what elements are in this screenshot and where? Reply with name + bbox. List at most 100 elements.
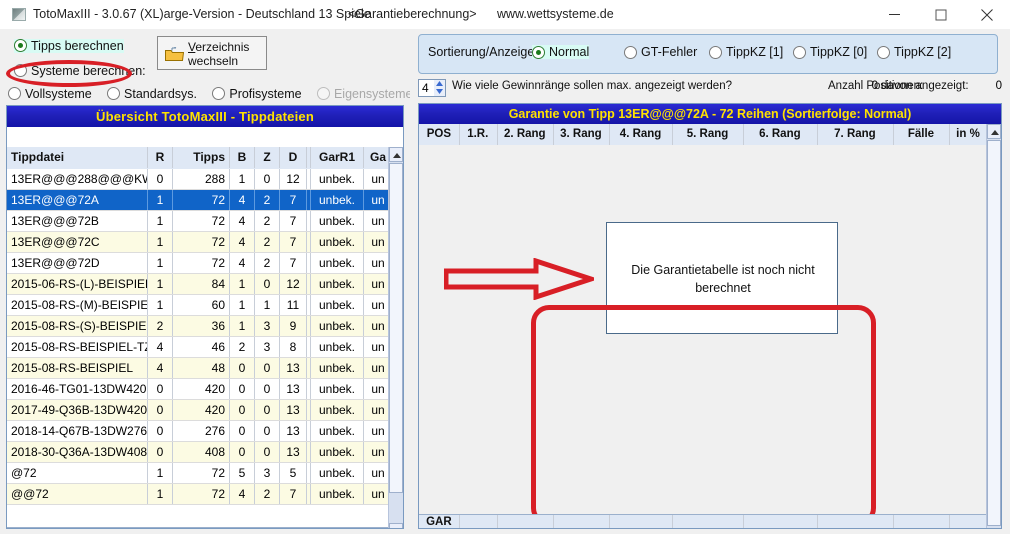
- column-divider: [147, 442, 148, 462]
- column-header-tippdatei[interactable]: Tippdatei: [7, 147, 147, 168]
- cell-tipps: 420: [204, 382, 225, 396]
- table-row[interactable]: 2018-30-Q36A-13DW408 0 408 0 0 13 unbek. un: [7, 442, 389, 463]
- table-row[interactable]: 2015-06-RS-(L)-BEISPIEL 1 84 1 0 12 unbek. un: [7, 274, 389, 295]
- cell-b: 1: [238, 319, 246, 333]
- cell-b: 4: [238, 256, 246, 270]
- column-divider: [254, 190, 255, 210]
- max-ranks-spinner[interactable]: 4: [418, 79, 446, 97]
- column-divider: [147, 316, 148, 336]
- column-header-1-r-[interactable]: 1.R.: [459, 124, 497, 145]
- column-header-b[interactable]: B: [230, 147, 254, 168]
- tippdateien-grid-title: Übersicht TotoMaxIII - Tippdateien: [7, 106, 403, 127]
- column-divider: [254, 358, 255, 378]
- minimize-button[interactable]: [872, 0, 918, 29]
- cell-b: 0: [238, 445, 246, 459]
- cell-z: 0: [263, 382, 271, 396]
- cell-b: 4: [238, 193, 246, 207]
- table-row[interactable]: 2016-46-TG01-13DW420 0 420 0 0 13 unbek. un: [7, 379, 389, 400]
- table-row[interactable]: 2015-08-RS-(M)-BEISPIEL 1 60 1 1 11 unbek. un: [7, 295, 389, 316]
- scroll-thumb[interactable]: [987, 140, 1001, 526]
- table-row[interactable]: 2015-08-RS-BEISPIEL-TZ 4 46 2 3 8 unbek. un: [7, 337, 389, 358]
- radio-profisysteme[interactable]: Profisysteme: [212, 87, 302, 101]
- not-calculated-message-box: Die Garantietabelle ist noch nicht berec…: [606, 222, 838, 334]
- column-divider: [172, 379, 173, 399]
- column-divider: [306, 190, 307, 210]
- column-divider: [254, 232, 255, 252]
- table-row[interactable]: 2015-08-RS-BEISPIEL 4 48 0 0 13 unbek. un: [7, 358, 389, 379]
- cell-r: 1: [156, 298, 164, 312]
- column-header-r[interactable]: R: [148, 147, 172, 168]
- radio-systeme-berechnen[interactable]: Systeme berechnen:: [14, 63, 158, 78]
- radio-standardsys[interactable]: Standardsys.: [107, 87, 197, 101]
- close-button[interactable]: [964, 0, 1010, 29]
- table-row[interactable]: @@72 1 72 4 2 7 unbek. un: [7, 484, 389, 505]
- cell-g1: unbek.: [318, 256, 356, 270]
- radio-sort-normal[interactable]: Normal: [532, 45, 590, 59]
- radio-sort-tippkz-1-[interactable]: TippKZ [1]: [709, 45, 783, 59]
- cell-name: @72: [11, 466, 37, 480]
- table-row[interactable]: @72 1 72 5 3 5 unbek. un: [7, 463, 389, 484]
- column-header-d[interactable]: D: [280, 147, 306, 168]
- cell-r: 1: [156, 214, 164, 228]
- column-header-z[interactable]: Z: [255, 147, 279, 168]
- tippdateien-vertical-scrollbar[interactable]: [388, 147, 403, 528]
- table-row[interactable]: 13ER@@@72D 1 72 4 2 7 unbek. un: [7, 253, 389, 274]
- radio-sort-gt-fehler[interactable]: GT-Fehler: [624, 45, 697, 59]
- tippdateien-rows[interactable]: 13ER@@@288@@@KW1202881012unbek.un 13ER@@@…: [7, 169, 389, 527]
- column-divider: [306, 169, 307, 189]
- table-row[interactable]: 13ER@@@72C 1 72 4 2 7 unbek. un: [7, 232, 389, 253]
- table-row[interactable]: 2015-08-RS-(S)-BEISPIEL 2 36 1 3 9 unbek. un: [7, 316, 389, 337]
- spinner-buttons[interactable]: [434, 80, 445, 96]
- table-row[interactable]: 2018-14-Q67B-13DW276 0 276 0 0 13 unbek. un: [7, 421, 389, 442]
- table-row[interactable]: 2017-49-Q36B-13DW420 0 420 0 0 13 unbek. un: [7, 400, 389, 421]
- column-header-garr1[interactable]: GarR1: [311, 147, 363, 168]
- column-divider: [254, 274, 255, 294]
- cell-d: 11: [286, 298, 300, 312]
- column-header-2-rang[interactable]: 2. Rang: [497, 124, 553, 145]
- tippdateien-footer-strip: [7, 527, 403, 528]
- tippdateien-filter-row[interactable]: [7, 127, 403, 147]
- column-header-f-lle[interactable]: Fälle: [893, 124, 949, 145]
- column-divider: [229, 274, 230, 294]
- table-row[interactable]: 13ER@@@72A 1 72 4 2 7 unbek. un: [7, 190, 389, 211]
- column-divider: [608, 515, 610, 528]
- cell-z: 0: [263, 277, 271, 291]
- column-divider: [310, 147, 311, 168]
- column-header-3-rang[interactable]: 3. Rang: [553, 124, 609, 145]
- cell-tipps: 276: [204, 424, 225, 438]
- scroll-thumb[interactable]: [389, 163, 403, 493]
- column-header-tipps[interactable]: Tipps: [173, 147, 229, 168]
- column-divider: [310, 463, 311, 483]
- column-header-in-[interactable]: in %: [949, 124, 987, 145]
- radio-label-standardsys: Standardsys.: [124, 86, 198, 101]
- change-directory-button[interactable]: Verzeichnis wechseln: [157, 36, 267, 70]
- scroll-down-button[interactable]: [389, 523, 403, 528]
- garantie-vertical-scrollbar[interactable]: [986, 124, 1001, 528]
- column-divider: [310, 253, 311, 273]
- column-divider: [363, 379, 364, 399]
- radio-dot-icon: [877, 45, 890, 59]
- radio-tipps-berechnen[interactable]: Tipps berechnen: [14, 38, 136, 53]
- column-header-7-rang[interactable]: 7. Rang: [817, 124, 893, 145]
- column-header-pos[interactable]: POS: [419, 124, 459, 145]
- column-header-4-rang[interactable]: 4. Rang: [609, 124, 672, 145]
- radio-label: TippKZ [2]: [894, 45, 952, 59]
- garantie-empty-canvas: Die Garantietabelle ist noch nicht berec…: [419, 145, 987, 526]
- column-header-6-rang[interactable]: 6. Rang: [743, 124, 817, 145]
- cell-z: 0: [263, 403, 271, 417]
- column-divider: [279, 421, 280, 441]
- column-header-5-rang[interactable]: 5. Rang: [672, 124, 743, 145]
- radio-vollsysteme[interactable]: Vollsysteme: [8, 87, 92, 101]
- table-row[interactable]: 13ER@@@72B 1 72 4 2 7 unbek. un: [7, 211, 389, 232]
- radio-sort-tippkz-2-[interactable]: TippKZ [2]: [877, 45, 951, 59]
- scroll-up-button[interactable]: [987, 124, 1001, 139]
- table-row[interactable]: 13ER@@@288@@@KW12 0 288 1 0 12 unbek. un: [7, 169, 389, 190]
- cell-name: 2018-30-Q36A-13DW408: [11, 445, 147, 459]
- cell-r: 0: [156, 382, 164, 396]
- radio-sort-tippkz-0-[interactable]: TippKZ [0]: [793, 45, 867, 59]
- maximize-button[interactable]: [918, 0, 964, 29]
- cell-g1: unbek.: [318, 172, 356, 186]
- cell-tipps: 72: [211, 193, 225, 207]
- scroll-up-button[interactable]: [389, 147, 403, 162]
- close-icon: [981, 8, 993, 21]
